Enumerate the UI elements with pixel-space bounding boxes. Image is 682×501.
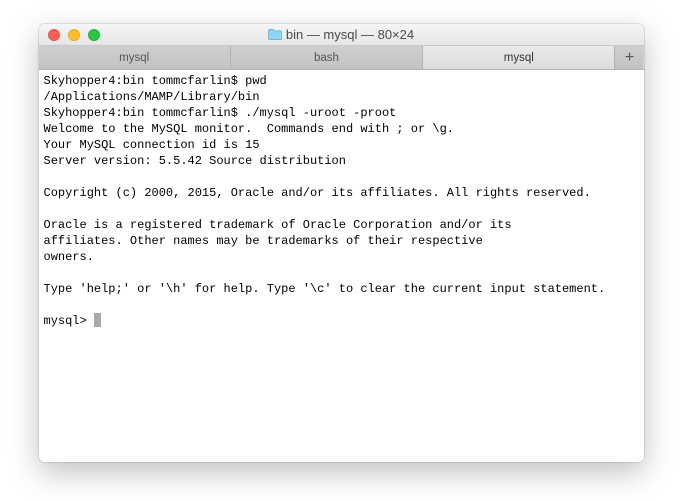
close-button[interactable]	[48, 29, 60, 41]
tab-mysql-2[interactable]: mysql	[423, 46, 615, 69]
traffic-lights	[39, 29, 100, 41]
new-tab-button[interactable]: +	[615, 46, 643, 69]
terminal-output: Skyhopper4:bin tommcfarlin$ pwd /Applica…	[44, 74, 606, 296]
terminal-content[interactable]: Skyhopper4:bin tommcfarlin$ pwd /Applica…	[39, 70, 644, 462]
folder-icon	[268, 29, 282, 40]
tab-label: mysql	[119, 52, 149, 64]
tab-label: mysql	[504, 52, 534, 64]
tab-label: bash	[314, 52, 339, 64]
tab-bash[interactable]: bash	[231, 46, 423, 69]
tabbar: mysql bash mysql +	[39, 46, 644, 70]
minimize-button[interactable]	[68, 29, 80, 41]
cursor	[94, 313, 101, 327]
window-title-wrap: bin — mysql — 80×24	[39, 27, 644, 42]
terminal-window: bin — mysql — 80×24 mysql bash mysql + S…	[39, 24, 644, 462]
tab-mysql-1[interactable]: mysql	[39, 46, 231, 69]
plus-icon: +	[625, 49, 634, 67]
titlebar[interactable]: bin — mysql — 80×24	[39, 24, 644, 46]
window-title: bin — mysql — 80×24	[286, 27, 414, 42]
maximize-button[interactable]	[88, 29, 100, 41]
mysql-prompt: mysql>	[44, 314, 94, 328]
